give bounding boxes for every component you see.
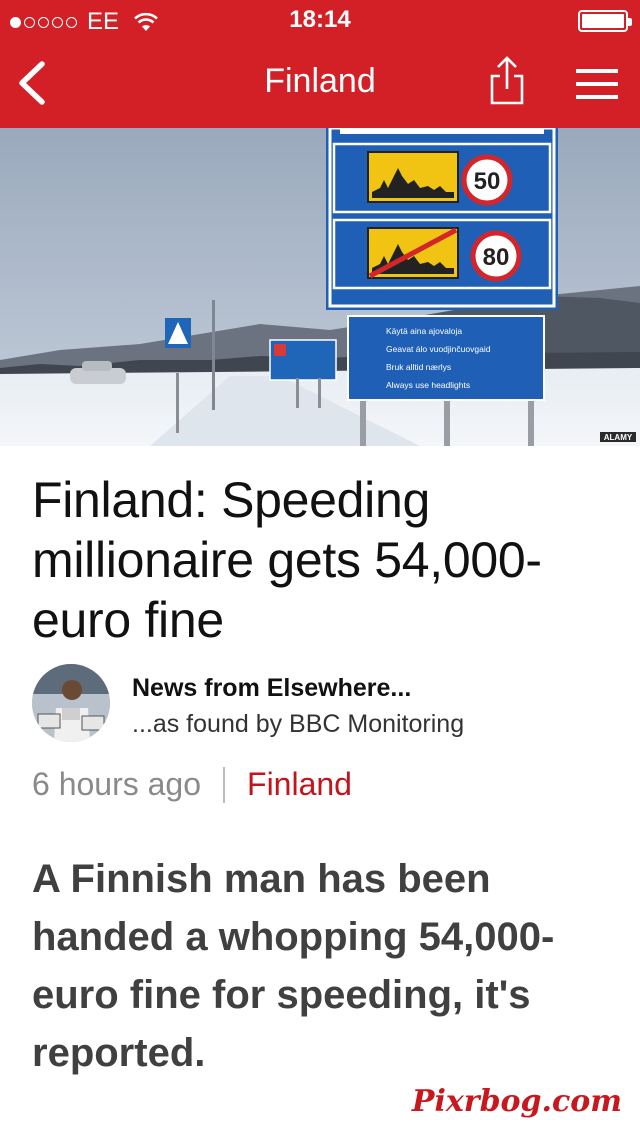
topic-link[interactable]: Finland — [247, 766, 352, 803]
status-time: 18:14 — [289, 6, 351, 33]
share-icon[interactable] — [488, 56, 526, 106]
article-meta: 6 hours ago Finland — [32, 766, 352, 803]
hamburger-menu-icon[interactable] — [576, 68, 618, 100]
speed-limit-80: 80 — [483, 244, 510, 271]
image-credit: ALAMY — [604, 433, 633, 442]
battery-icon — [578, 10, 632, 32]
author-name: News from Elsewhere... — [132, 674, 412, 702]
watermark: Pixrbog.com — [411, 1084, 622, 1119]
sign-line-3: Bruk alltid nærlys — [386, 362, 451, 372]
meta-divider — [223, 766, 226, 803]
author-source: ...as found by BBC Monitoring — [132, 710, 465, 738]
hero-image: 50 80 Käytä aina ajovaloja Geavat álo vu… — [0, 128, 640, 446]
speed-limit-50: 50 — [474, 168, 501, 195]
top-bar: EE 18:14 Finland — [0, 0, 640, 128]
publish-time: 6 hours ago — [32, 766, 202, 802]
avatar — [32, 664, 110, 742]
navigation-bar: Finland — [0, 40, 640, 128]
article-summary: A Finnish man has been handed a whopping… — [32, 857, 555, 1075]
sign-line-2: Geavat álo vuodjinčuovgaid — [386, 344, 491, 354]
sign-line-4: Always use headlights — [386, 380, 470, 390]
article-headline: Finland: Speeding millionaire gets 54,00… — [32, 472, 542, 648]
page-title: Finland — [264, 62, 376, 100]
sign-line-1: Käytä aina ajovaloja — [386, 326, 462, 336]
article-byline[interactable]: News from Elsewhere... ...as found by BB… — [32, 664, 632, 744]
status-bar: EE 18:14 — [0, 0, 640, 40]
